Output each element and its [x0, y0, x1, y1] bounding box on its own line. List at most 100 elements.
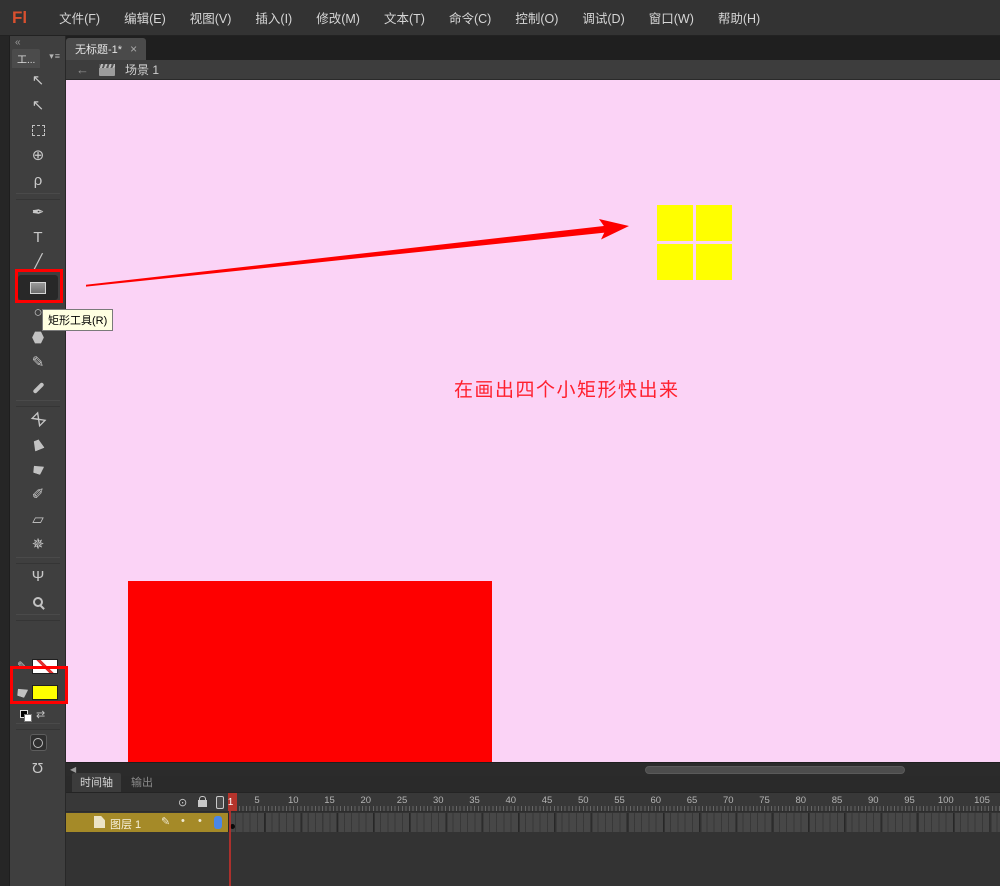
ruler-number: 100: [938, 795, 954, 806]
scrollbar-thumb[interactable]: [645, 766, 905, 774]
layer-row-header[interactable]: 图层 1 ✎ • •: [66, 813, 228, 832]
polystar-icon: [32, 331, 45, 344]
current-frame-marker[interactable]: 1: [228, 793, 237, 811]
menu-item-file[interactable]: 文件(F): [59, 8, 100, 27]
brush-tool[interactable]: [10, 375, 66, 400]
yellow-squares-group[interactable]: [657, 205, 732, 280]
close-icon[interactable]: ×: [130, 42, 137, 56]
text-icon: T: [33, 230, 42, 245]
magnet-icon: Ω: [32, 760, 43, 775]
menu-item-help[interactable]: 帮助(H): [718, 8, 760, 27]
tab-timeline[interactable]: 时间轴: [72, 773, 121, 792]
object-drawing-icon: [30, 734, 47, 751]
ink-bottle-tool[interactable]: [10, 432, 66, 457]
menu-item-control[interactable]: 控制(O): [515, 8, 558, 27]
object-drawing-option[interactable]: [10, 730, 66, 755]
menu-item-debug[interactable]: 调试(D): [582, 8, 624, 27]
document-tab[interactable]: 无标题-1* ×: [66, 38, 146, 60]
menu-item-modify[interactable]: 修改(M): [316, 8, 360, 27]
panel-menu-icon[interactable]: ▾≡: [49, 51, 61, 62]
ruler-number: 25: [397, 795, 408, 806]
stage-canvas[interactable]: 在画出四个小矩形快出来: [66, 80, 1000, 762]
back-arrow-icon[interactable]: ←: [76, 62, 89, 77]
yellow-square[interactable]: [696, 244, 732, 280]
edit-bar: ← 场景 1: [66, 60, 1000, 80]
tools-panel-tab[interactable]: 工...: [12, 49, 40, 68]
canvas-annotation-text: 在画出四个小矩形快出来: [454, 375, 680, 402]
paint-bucket-tool[interactable]: [10, 457, 66, 482]
pencil-tool[interactable]: ✎: [10, 350, 66, 375]
tools-list: ↖↖⊕ρ✒T╱○✎⋈✐▱✵Ψ: [10, 68, 66, 621]
ruler-number: 50: [578, 795, 589, 806]
ruler-number: 105: [974, 795, 990, 806]
lock-icon[interactable]: [198, 800, 207, 807]
swap-colors-icon[interactable]: ⇄: [36, 708, 45, 721]
snap-to-objects-option[interactable]: Ω: [10, 755, 66, 780]
timeline-header: ⊙ 1 510152025303540455055606570758085909…: [66, 793, 1000, 812]
menu-item-view[interactable]: 视图(V): [190, 8, 232, 27]
yellow-square[interactable]: [657, 205, 693, 241]
pen-tool[interactable]: ✒: [10, 200, 66, 225]
3d-rotation-tool[interactable]: ⊕: [10, 143, 66, 168]
menu-item-commands[interactable]: 命令(C): [449, 8, 491, 27]
scene-label[interactable]: 场景 1: [125, 61, 159, 78]
tools-divider: [16, 557, 60, 564]
rectangle-tool-tooltip: 矩形工具(R): [42, 309, 113, 331]
canvas-horizontal-scrollbar[interactable]: ◀: [66, 762, 1000, 776]
ruler-number: 75: [759, 795, 770, 806]
deco-tool[interactable]: ✵: [10, 532, 66, 557]
3d-rotation-icon: ⊕: [32, 148, 45, 163]
main-area: 无标题-1* × ← 场景 1 在画出四个小矩形快出来 ◀: [66, 36, 1000, 886]
layer-name[interactable]: 图层 1: [110, 816, 141, 832]
collapse-panel-icon[interactable]: «: [15, 37, 21, 48]
layer-edit-pencil-icon: ✎: [161, 815, 170, 828]
layer-page-icon: [94, 816, 105, 828]
subselection-icon: ↖: [32, 98, 45, 113]
layer-visibility-dot-icon[interactable]: •: [181, 815, 185, 827]
selection-tool[interactable]: ↖: [10, 68, 66, 93]
left-rail: [0, 36, 10, 886]
eye-icon[interactable]: ⊙: [178, 796, 187, 809]
ruler-number: 65: [687, 795, 698, 806]
menu-item-text[interactable]: 文本(T): [384, 8, 425, 27]
ruler-number: 10: [288, 795, 299, 806]
menu-item-edit[interactable]: 编辑(E): [124, 8, 166, 27]
highlight-box-fill-color: [10, 666, 68, 704]
menu-item-window[interactable]: 窗口(W): [649, 8, 694, 27]
yellow-square[interactable]: [657, 244, 693, 280]
red-rectangle-shape[interactable]: [128, 581, 492, 762]
frame-ruler[interactable]: 1 51015202530354045505560657075808590951…: [228, 793, 1000, 811]
pen-icon: ✒: [32, 205, 45, 220]
yellow-square[interactable]: [696, 205, 732, 241]
layer-outline-color-chip[interactable]: [214, 816, 222, 829]
layer-frames-track[interactable]: [228, 813, 1000, 832]
free-transform-tool[interactable]: [10, 118, 66, 143]
text-tool[interactable]: T: [10, 225, 66, 250]
timeline-panel: 时间轴 输出 ⊙ 1 51015202530354045505560657075…: [66, 776, 1000, 886]
ruler-number: 45: [542, 795, 553, 806]
lasso-icon: ρ: [34, 173, 43, 188]
ruler-number: 60: [650, 795, 661, 806]
zoom-icon: [33, 597, 43, 607]
color-mini-row: ⇄: [10, 705, 66, 723]
layer-row[interactable]: 图层 1 ✎ • •: [66, 813, 1000, 832]
tools-divider: [16, 400, 60, 407]
free-transform-icon: [32, 125, 45, 136]
bone-tool[interactable]: ⋈: [10, 407, 66, 432]
menu-items: 文件(F) 编辑(E) 视图(V) 插入(I) 修改(M) 文本(T) 命令(C) 控制(O)…: [59, 8, 760, 27]
black-white-icon[interactable]: [20, 710, 28, 718]
layer-lock-dot-icon[interactable]: •: [198, 815, 202, 827]
zoom-tool[interactable]: [10, 589, 66, 614]
hand-tool[interactable]: Ψ: [10, 564, 66, 589]
ruler-number: 95: [904, 795, 915, 806]
menu-bar: Fl 文件(F)编辑(E)视图(V)插入(I)修改(M)文本(T)命令(C)控制…: [0, 0, 1000, 36]
lasso-tool[interactable]: ρ: [10, 168, 66, 193]
subselection-tool[interactable]: ↖: [10, 93, 66, 118]
tab-output[interactable]: 输出: [123, 773, 161, 792]
ruler-ticks: [228, 806, 1000, 811]
outline-frame-icon[interactable]: [216, 796, 224, 809]
eyedropper-tool[interactable]: ✐: [10, 482, 66, 507]
eraser-tool[interactable]: ▱: [10, 507, 66, 532]
eraser-icon: ▱: [32, 512, 44, 527]
menu-item-insert[interactable]: 插入(I): [255, 8, 292, 27]
